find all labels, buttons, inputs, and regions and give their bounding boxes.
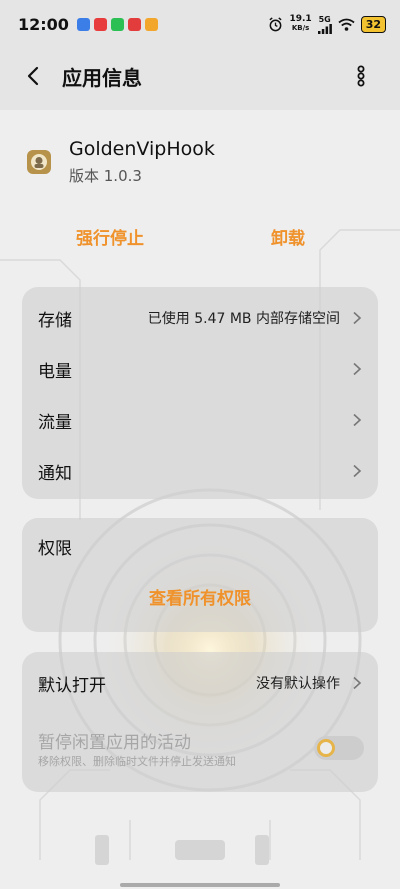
storage-row[interactable]: 存储 已使用 5.47 MB 内部存储空间: [22, 293, 378, 343]
permissions-card: 权限 查看所有权限: [22, 518, 378, 632]
network-speed: 19.1: [289, 14, 312, 24]
tmall-notification-icon: [93, 17, 107, 31]
app-name: GoldenVipHook: [69, 138, 215, 160]
uninstall-button[interactable]: 卸载: [271, 224, 305, 249]
notifications-row[interactable]: 通知: [22, 446, 378, 496]
chevron-right-icon: [353, 311, 362, 325]
pause-inactive-subtitle: 移除权限、删除临时文件并停止发送通知: [38, 755, 236, 768]
force-stop-button[interactable]: 强行停止: [76, 224, 144, 249]
app-version: 版本 1.0.3: [69, 167, 142, 185]
app-header: 应用信息: [0, 50, 400, 102]
netease-music-notification-icon: [127, 17, 141, 31]
wifi-icon: [338, 18, 355, 31]
alarm-icon: [269, 16, 283, 31]
signal-icon: [317, 23, 332, 34]
network-type: 5G: [318, 14, 331, 24]
data-usage-label: 流量: [38, 412, 72, 433]
battery-row[interactable]: 电量: [22, 344, 378, 394]
app-notification-icon: [76, 17, 90, 31]
back-button[interactable]: [22, 64, 46, 88]
home-indicator[interactable]: [120, 883, 280, 887]
notifications-label: 通知: [38, 463, 72, 484]
defaults-card: 默认打开 没有默认操作 暂停闲置应用的活动 移除权限、删除临时文件并停止发送通知: [22, 652, 378, 792]
battery-indicator: 32: [360, 15, 386, 33]
status-indicators: 19.1 KB/s 5G 32: [268, 15, 386, 34]
storage-value: 已使用 5.47 MB 内部存储空间: [147, 311, 340, 327]
pause-inactive-toggle[interactable]: [314, 736, 364, 760]
app-settings-card: 存储 已使用 5.47 MB 内部存储空间 电量 流量 通知: [22, 287, 378, 499]
data-usage-row[interactable]: 流量: [22, 395, 378, 445]
app-icon: [27, 150, 51, 174]
page-title: 应用信息: [62, 66, 142, 90]
status-time: 12:00: [18, 14, 69, 34]
arrow-left-icon: [27, 66, 39, 86]
chevron-right-icon: [353, 413, 362, 427]
chevron-right-icon: [353, 464, 362, 478]
more-vertical-icon: [357, 65, 365, 87]
chevron-right-icon: [353, 676, 362, 690]
wechat-notification-icon: [110, 17, 124, 31]
status-bar: 12:00 19.1 KB/s 5G 32: [0, 0, 400, 48]
more-options-button[interactable]: [352, 64, 370, 88]
default-open-row[interactable]: 默认打开 没有默认操作: [22, 658, 378, 708]
default-open-value: 没有默认操作: [256, 676, 340, 692]
battery-label: 电量: [38, 361, 72, 382]
view-all-permissions-link[interactable]: 查看所有权限: [22, 584, 378, 609]
pause-inactive-title: 暂停闲置应用的活动: [38, 733, 191, 753]
chevron-right-icon: [353, 362, 362, 376]
game-notification-icon: [144, 17, 158, 31]
app-logo-icon: [31, 154, 47, 170]
network-speed-unit: KB/s: [291, 24, 310, 32]
notification-icons: [76, 17, 158, 31]
toggle-knob: [317, 739, 335, 757]
default-open-label: 默认打开: [38, 675, 106, 696]
permissions-title: 权限: [38, 539, 72, 559]
storage-label: 存储: [38, 310, 72, 331]
